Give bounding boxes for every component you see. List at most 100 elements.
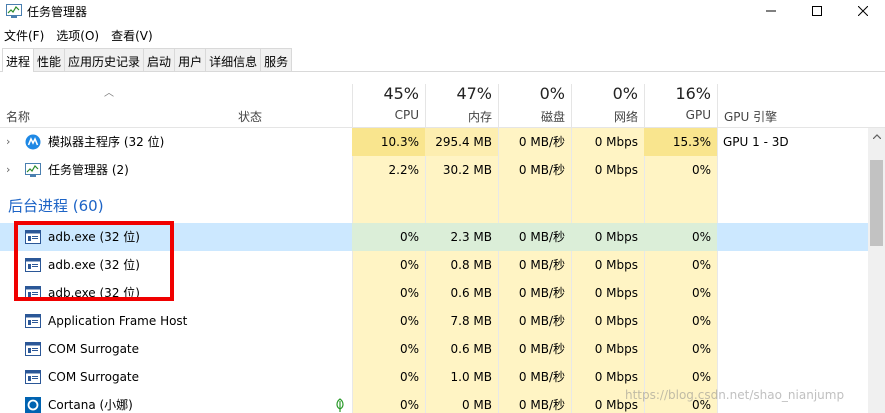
group-title: 后台进程 (60) xyxy=(8,197,104,215)
disk-value: 0 MB/秒 xyxy=(498,223,571,251)
memory-value: 1.0 MB xyxy=(450,370,492,384)
tab-strip: 进程 性能 应用历史记录 启动 用户 详细信息 服务 xyxy=(0,48,885,72)
cpu-value: 0% xyxy=(352,223,425,251)
watermark: https://blog.csdn.net/shao_nianjump xyxy=(625,388,845,402)
memory-value: 0 MB xyxy=(461,398,492,412)
memory-value: 7.8 MB xyxy=(450,314,492,328)
header-memory[interactable]: 47% 内存 xyxy=(425,84,498,128)
process-name: COM Surrogate xyxy=(48,342,140,356)
tab-details[interactable]: 详细信息 xyxy=(205,48,262,71)
process-name: 模拟器主程序 (32 位) xyxy=(48,135,165,149)
network-value: 0 Mbps xyxy=(594,314,638,328)
maximize-icon xyxy=(812,6,822,16)
disk-value: 0 MB/秒 xyxy=(518,286,565,300)
tab-services[interactable]: 服务 xyxy=(260,48,293,71)
header-status[interactable]: 状态 xyxy=(238,108,262,125)
column-header: ︿ 名称 状态 45% CPU 47% 内存 0% 磁盘 0% 网络 16% G… xyxy=(0,84,885,128)
tab-performance[interactable]: 性能 xyxy=(33,48,66,71)
process-name: 任务管理器 (2) xyxy=(48,163,129,177)
cpu-total: 45% xyxy=(383,84,419,103)
memory-value: 0.6 MB xyxy=(450,342,492,356)
highlight-box xyxy=(14,221,174,301)
disk-value: 0 MB/秒 xyxy=(518,258,565,272)
scroll-thumb[interactable] xyxy=(870,160,883,246)
gpu-value: 0% xyxy=(644,223,717,251)
memory-value: 0.6 MB xyxy=(450,286,492,300)
gpu-label: GPU xyxy=(685,108,711,122)
chevron-right-icon[interactable]: › xyxy=(6,156,10,184)
chevron-up-icon xyxy=(872,134,881,139)
close-button[interactable] xyxy=(840,0,885,22)
disk-value: 0 MB/秒 xyxy=(518,314,565,328)
disk-value: 0 MB/秒 xyxy=(518,342,565,356)
memory-value: 295.4 MB xyxy=(425,128,498,156)
cpu-value: 0% xyxy=(399,286,419,300)
cortana-icon xyxy=(25,397,41,413)
cpu-value: 10.3% xyxy=(352,128,425,156)
network-value: 0 Mbps xyxy=(594,342,638,356)
network-value: 0 Mbps xyxy=(594,163,638,177)
process-name: COM Surrogate xyxy=(48,370,140,384)
memory-label: 内存 xyxy=(467,110,492,124)
memory-value: 2.3 MB xyxy=(425,223,498,251)
cpu-value: 0% xyxy=(399,398,419,412)
gpu-value: 0% xyxy=(691,370,711,384)
tab-startup[interactable]: 启动 xyxy=(143,48,176,71)
gpu-engine-value: GPU 1 - 3D xyxy=(723,135,789,149)
network-value: 0 Mbps xyxy=(594,135,638,149)
memory-value: 30.2 MB xyxy=(442,163,492,177)
minimize-icon xyxy=(766,10,776,12)
table-row[interactable]: › 任务管理器 (2) 2.2% 30.2 MB 0 MB/秒 0 Mbps 0… xyxy=(0,156,868,184)
task-manager-icon xyxy=(25,163,41,177)
disk-value: 0 MB/秒 xyxy=(518,163,565,177)
memory-value: 0.8 MB xyxy=(450,258,492,272)
gpu-value: 0% xyxy=(691,314,711,328)
table-row[interactable]: Application Frame Host 0% 7.8 MB 0 MB/秒 … xyxy=(0,307,868,335)
header-disk[interactable]: 0% 磁盘 xyxy=(498,84,571,128)
menu-view[interactable]: 查看(V) xyxy=(106,24,158,44)
title-bar: 任务管理器 xyxy=(0,0,885,22)
disk-value: 0 MB/秒 xyxy=(518,370,565,384)
network-value: 0 Mbps xyxy=(594,370,638,384)
tab-processes[interactable]: 进程 xyxy=(2,48,35,72)
header-name[interactable]: 名称 xyxy=(6,108,30,125)
disk-value: 0 MB/秒 xyxy=(518,398,565,412)
cpu-value: 0% xyxy=(399,258,419,272)
gpu-value: 0% xyxy=(691,342,711,356)
scroll-up-button[interactable] xyxy=(868,128,885,145)
process-name: Cortana (小娜) xyxy=(48,398,133,412)
header-network[interactable]: 0% 网络 xyxy=(571,84,644,128)
header-cpu[interactable]: 45% CPU xyxy=(352,84,425,128)
cpu-label: CPU xyxy=(394,108,419,122)
header-gpu-engine[interactable]: GPU 引擎 xyxy=(717,84,868,128)
disk-label: 磁盘 xyxy=(540,110,565,124)
chevron-right-icon[interactable]: › xyxy=(6,128,10,156)
tab-users[interactable]: 用户 xyxy=(174,48,207,71)
table-row[interactable]: COM Surrogate 0% 1.0 MB 0 MB/秒 0 Mbps 0% xyxy=(0,363,868,391)
window-title: 任务管理器 xyxy=(27,5,88,19)
tab-app-history[interactable]: 应用历史记录 xyxy=(64,48,145,71)
menu-options[interactable]: 选项(O) xyxy=(51,24,104,44)
group-header-background: 后台进程 (60) xyxy=(0,192,868,220)
gpu-engine-label: GPU 引擎 xyxy=(724,110,778,124)
memory-total: 47% xyxy=(456,84,492,103)
network-value: 0 Mbps xyxy=(594,258,638,272)
process-name: Application Frame Host xyxy=(48,314,188,328)
gpu-value: 0% xyxy=(691,163,711,177)
close-icon xyxy=(858,6,868,16)
window-app-icon xyxy=(25,342,41,356)
minimize-button[interactable] xyxy=(748,0,794,22)
window-app-icon xyxy=(25,314,41,328)
cpu-value: 0% xyxy=(399,314,419,328)
task-manager-icon xyxy=(6,4,22,18)
table-row[interactable]: COM Surrogate 0% 0.6 MB 0 MB/秒 0 Mbps 0% xyxy=(0,335,868,363)
vertical-scrollbar[interactable] xyxy=(868,128,885,413)
gpu-total: 16% xyxy=(675,84,711,103)
table-row[interactable]: › 模拟器主程序 (32 位) 10.3% 295.4 MB 0 MB/秒 0 … xyxy=(0,128,868,156)
maximize-button[interactable] xyxy=(794,0,840,22)
menu-bar: 文件(F) 选项(O) 查看(V) xyxy=(0,24,160,44)
sort-up-icon: ︿ xyxy=(104,88,114,99)
gpu-value: 0% xyxy=(691,286,711,300)
header-gpu[interactable]: 16% GPU xyxy=(644,84,717,128)
menu-file[interactable]: 文件(F) xyxy=(0,24,49,44)
